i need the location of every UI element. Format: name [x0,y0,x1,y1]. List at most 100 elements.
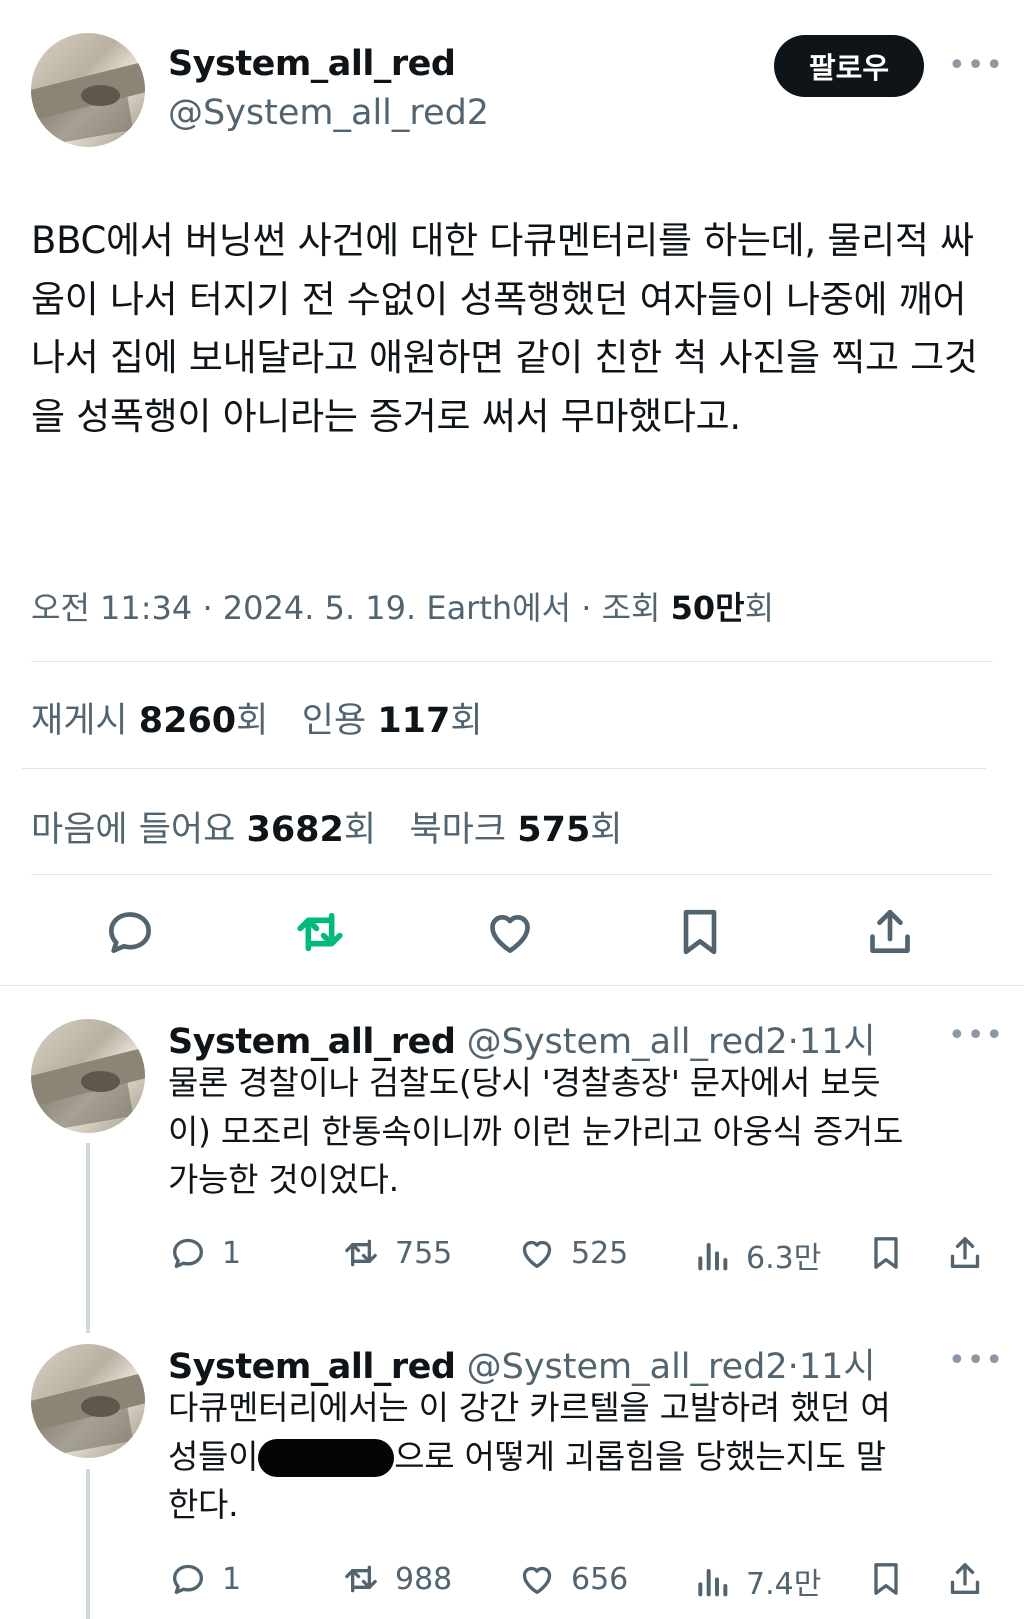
follow-button[interactable]: 팔로우 [774,35,924,97]
reply-author-handle[interactable]: @System_all_red2 [467,1347,788,1387]
reply-text-line: 성들이 으로 어떻게 괴롭힘을 당했는지도 말 [168,1433,890,1482]
view-count: 6.3만 [746,1241,822,1276]
reply-header: System_all_red @System_all_red2·11시 [168,1338,876,1389]
views-label: 조회 [601,589,661,627]
reply-time[interactable]: 11시 [799,1022,876,1062]
reply-reply-button[interactable]: 1 [168,1559,241,1599]
like-icon [522,1566,552,1594]
repost-icon [345,1565,377,1593]
bookmark-icon [874,1237,898,1269]
reply-repost-button[interactable]: 988 [341,1559,452,1599]
tweet-date[interactable]: 2024. 5. 19. [223,589,416,627]
bookmark-icon[interactable] [672,904,728,964]
views-value: 50만 [670,589,745,627]
repost-icon[interactable] [292,904,348,964]
reply-separator: · [787,1347,799,1387]
thread-line [86,1143,90,1333]
reply-text-line: 이) 모조리 한통속이니까 이런 눈가리고 아웅식 증거도 [168,1111,904,1151]
reply-author-name[interactable]: System_all_red [168,1347,456,1387]
share-icon[interactable] [862,904,918,964]
reply-repost-button[interactable]: 755 [341,1233,452,1273]
author-handle[interactable]: @System_all_red2 [168,93,489,133]
divider [31,661,993,662]
repost-count: 988 [395,1561,453,1597]
reply-like-button[interactable]: 656 [517,1559,628,1599]
reposts-unit: 회 [236,701,269,741]
analytics-icon [698,1243,728,1271]
reply-views-button[interactable]: 7.4만 [692,1559,821,1603]
reply-bookmark-button[interactable] [866,1233,920,1273]
author-name[interactable]: System_all_red [168,44,456,84]
reply-author-name[interactable]: System_all_red [168,1022,456,1062]
tweet-source: Earth에서 [426,589,572,627]
reply-bookmark-button[interactable] [866,1559,920,1599]
redaction-mark [258,1439,395,1477]
author-avatar[interactable] [31,33,145,147]
views-unit: 회 [744,589,775,627]
bookmarks-value: 575 [517,810,591,850]
meta-separator: · [202,589,213,627]
reply-count: 1 [222,1235,242,1271]
analytics-icon [698,1569,728,1597]
like-count: 525 [571,1235,629,1271]
likes-value: 3682 [246,810,344,850]
reply-avatar[interactable] [31,1344,145,1458]
reply-like-button[interactable]: 525 [517,1233,628,1273]
share-icon [950,1237,980,1268]
reply-reply-button[interactable]: 1 [168,1233,241,1273]
quotes-label: 인용 [301,701,367,741]
reply-text-line: 가능한 것이었다. [168,1160,399,1199]
reply-text-line: 다큐멘터리에서는 이 강간 카르텔을 고발하려 했던 여 [168,1388,891,1427]
stats-row-likes: 마음에 들어요 3682회 북마크 575회 [31,801,623,852]
reply-time[interactable]: 11시 [799,1347,876,1387]
divider [22,768,986,769]
quotes-stat[interactable]: 인용 117회 [302,701,483,741]
reply-separator: · [787,1022,799,1062]
reply-icon [173,1564,203,1594]
like-count: 656 [571,1561,629,1597]
divider [31,874,993,875]
reposts-value: 8260 [138,701,237,741]
reply-share-button[interactable] [945,1233,999,1273]
reply-text-line: 물론 경찰이나 검찰도(당시 '경찰총장' 문자에서 보듯 [168,1063,881,1102]
likes-stat[interactable]: 마음에 들어요 3682회 [31,810,376,850]
bookmarks-stat[interactable]: 북마크 575회 [409,810,622,850]
divider [0,985,1024,986]
share-icon [950,1563,980,1594]
tweet-text: BBC에서 버닝썬 사건에 대한 다큐멘터리를 하는데, 물리적 싸움이 나서 … [31,219,978,438]
meta-separator: · [581,589,592,627]
reply-icon [173,1238,203,1268]
thread-line [86,1469,90,1619]
reply-more-icon[interactable]: ••• [948,1018,1004,1053]
stats-row-reposts: 재게시 8260회 인용 117회 [31,692,483,743]
tweet-meta: 오전 11:34 · 2024. 5. 19. Earth에서 · 조회 50만… [31,583,774,629]
tweet-time[interactable]: 오전 11:34 [31,589,192,627]
likes-label: 마음에 들어요 [31,810,236,850]
reply-views-button[interactable]: 6.3만 [692,1233,821,1277]
quotes-value: 117 [377,701,451,741]
reply-text-line: 한다. [168,1485,239,1524]
reply-author-handle[interactable]: @System_all_red2 [467,1022,788,1062]
like-icon[interactable] [482,904,538,964]
reply-text: 물론 경찰이나 검찰도(당시 '경찰총장' 문자에서 보듯 이) 모조리 한통속… [168,1059,903,1205]
reply-icon[interactable] [102,904,158,964]
reply-header: System_all_red @System_all_red2·11시 [168,1013,876,1064]
view-count: 7.4만 [746,1567,822,1602]
reply-text-segment: 으로 어떻게 괴롭힘을 당했는지도 말 [394,1436,886,1476]
more-options-icon[interactable]: ••• [948,48,1004,83]
reply-count: 1 [222,1561,242,1597]
reply-avatar[interactable] [31,1019,145,1133]
reply-more-icon[interactable]: ••• [948,1343,1004,1378]
bookmarks-unit: 회 [590,810,623,850]
likes-unit: 회 [343,810,377,850]
bookmarks-label: 북마크 [409,810,507,850]
reply-share-button[interactable] [945,1559,999,1599]
bookmark-icon [874,1563,898,1595]
reply-text: 다큐멘터리에서는 이 강간 카르텔을 고발하려 했던 여 성들이 으로 어떻게 괴… [168,1384,891,1530]
reply-text-segment: 성들이 [168,1436,259,1476]
repost-count: 755 [395,1235,453,1271]
reposts-stat[interactable]: 재게시 8260회 [31,701,268,741]
reposts-label: 재게시 [31,701,128,741]
repost-icon [345,1239,377,1267]
like-icon [522,1240,552,1268]
